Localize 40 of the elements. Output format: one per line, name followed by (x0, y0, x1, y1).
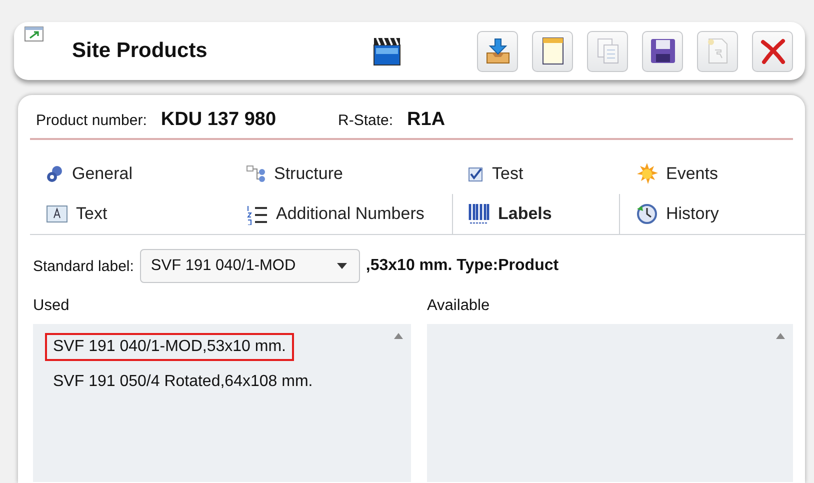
dropdown-caret-icon (336, 263, 347, 269)
field-label: Product number: (36, 112, 147, 129)
import-button[interactable] (477, 30, 518, 72)
used-list[interactable]: SVF 191 040/1-MOD,53x10 mm. SVF 191 050/4 Rotated,64x108 mm. (33, 324, 411, 482)
list-heading: Available (427, 297, 490, 315)
tab[interactable]: Structure (230, 154, 452, 194)
tab[interactable]: General (30, 154, 230, 194)
tab[interactable]: History (620, 194, 805, 234)
barcode-icon (468, 203, 490, 225)
label-dropdown[interactable]: SVF 191 040/1-MOD (140, 249, 360, 283)
scroll-up-icon (394, 333, 403, 339)
clapperboard-icon[interactable] (373, 36, 401, 66)
field-label: Standard label: (33, 258, 134, 274)
cross-icon (760, 38, 786, 64)
checkbox-icon (468, 166, 484, 182)
text-frame-icon (46, 205, 68, 223)
window-title: Site Products (72, 39, 208, 63)
structure-icon (246, 165, 266, 183)
tab[interactable]: Text (30, 194, 230, 234)
list-heading: Used (33, 297, 70, 315)
save-button[interactable] (642, 30, 683, 72)
delete-button[interactable] (752, 30, 793, 72)
product-number: KDU 137 980 (160, 109, 276, 131)
label-description: ,53x10 mm. Type:Product (366, 257, 559, 275)
field-label: R-State: (338, 112, 394, 129)
tab[interactable]: Labels (452, 194, 620, 234)
inbox-arrow-icon (484, 37, 512, 65)
tab[interactable]: Events (620, 154, 805, 194)
label-list-item[interactable]: SVF 191 050/4 Rotated,64x108 mm. (45, 368, 321, 396)
r-state-value: R1A (407, 109, 446, 131)
scroll-up-icon (776, 333, 785, 339)
label-list-item[interactable]: SVF 191 040/1-MOD,53x10 mm. (45, 333, 294, 361)
sun-icon (636, 163, 658, 185)
notepad-button[interactable] (532, 30, 573, 72)
notepad-icon (540, 36, 564, 66)
numbered-list-icon (246, 203, 268, 225)
tab[interactable]: Additional Numbers (230, 194, 452, 234)
window-icon (24, 26, 44, 42)
tab[interactable]: Test (452, 154, 620, 194)
copy-icon (596, 37, 620, 65)
